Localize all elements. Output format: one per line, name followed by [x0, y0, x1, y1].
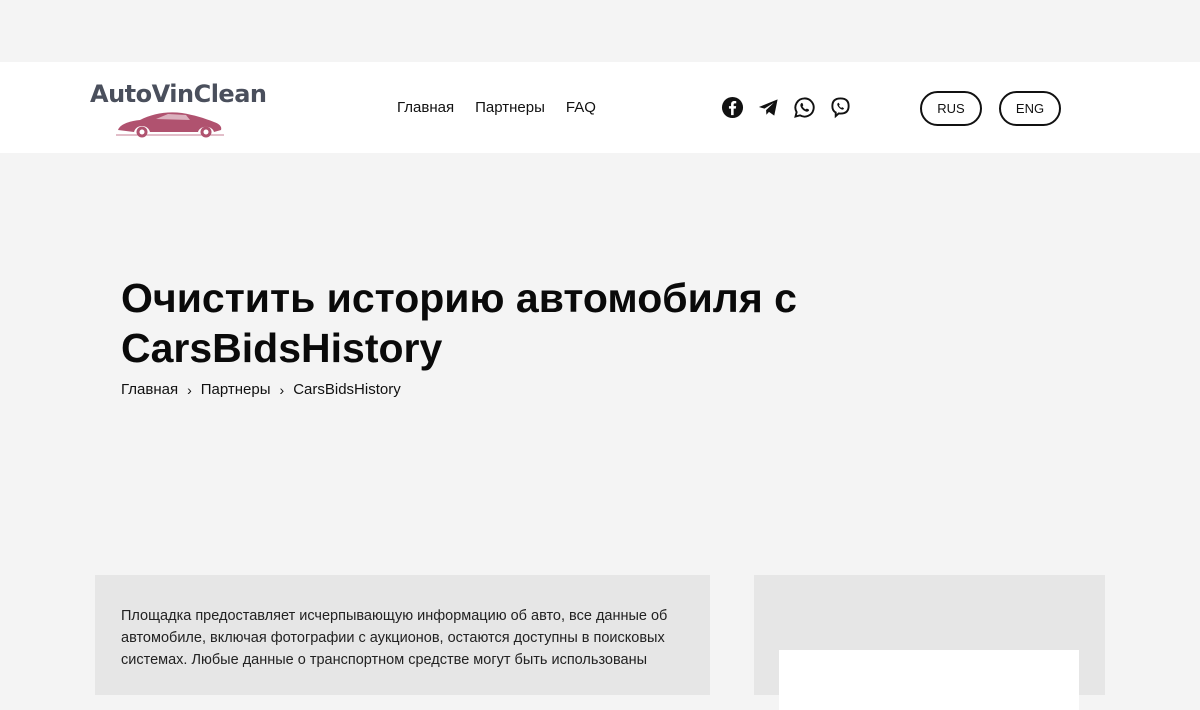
side-card	[754, 575, 1105, 710]
side-card-panel	[779, 650, 1079, 710]
breadcrumb-separator: ›	[187, 381, 192, 398]
lang-eng-button[interactable]: ENG	[999, 91, 1061, 126]
page-title: Очистить историю автомобиля с CarsBidsHi…	[121, 275, 797, 371]
nav-item-partners[interactable]: Партнеры	[475, 99, 545, 116]
description-card: Площадка предоставляет исчерпывающую инф…	[95, 575, 710, 695]
main-nav: Главная Партнеры FAQ	[397, 99, 596, 116]
viber-icon[interactable]	[829, 96, 852, 119]
nav-item-faq[interactable]: FAQ	[566, 99, 596, 116]
nav-item-home[interactable]: Главная	[397, 99, 454, 116]
facebook-icon[interactable]	[721, 96, 744, 119]
breadcrumb-separator: ›	[279, 381, 285, 398]
lang-rus-button[interactable]: RUS	[920, 91, 982, 126]
car-logo-icon	[116, 112, 224, 138]
whatsapp-icon[interactable]	[793, 96, 816, 119]
breadcrumb: Главная › Партнеры › CarsBidsHistory	[121, 381, 401, 398]
logo[interactable]: AutoVinClean	[90, 80, 267, 140]
logo-text: AutoVinClean	[90, 80, 267, 108]
telegram-icon[interactable]	[757, 96, 780, 119]
breadcrumb-home[interactable]: Главная	[121, 381, 178, 398]
breadcrumb-partners[interactable]: Партнеры	[201, 381, 271, 398]
breadcrumb-current: CarsBidsHistory	[293, 381, 401, 398]
site-header: AutoVinClean Главная Партнеры FAQ RUS EN…	[0, 62, 1200, 153]
description-text: Площадка предоставляет исчерпывающую инф…	[121, 608, 668, 668]
social-links	[721, 96, 852, 119]
